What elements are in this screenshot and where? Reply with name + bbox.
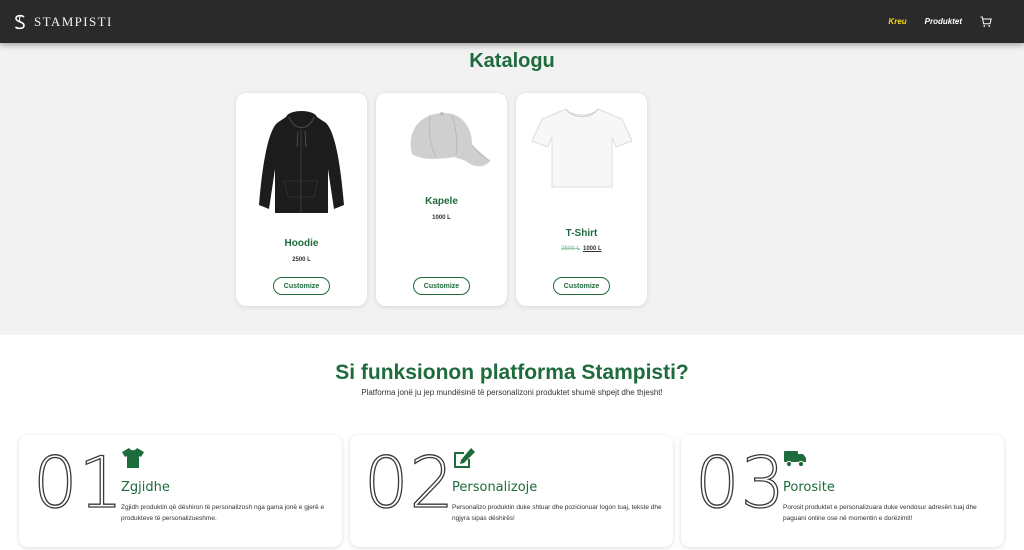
shirt-icon <box>122 448 144 468</box>
product-card-kapele[interactable]: Kapele 1000 L Customize <box>376 93 507 306</box>
product-price: 1000 L <box>583 246 602 252</box>
tshirt-icon <box>530 108 633 188</box>
brand-logo-link[interactable]: STAMPISTI <box>13 14 113 30</box>
step-card-porosite: 03 Porosite Porosit produktet e personal… <box>681 435 1004 547</box>
cart-icon[interactable] <box>980 16 992 28</box>
step-number: 03 <box>694 442 787 524</box>
step-description: Porosit produktet e personalizuara duke … <box>783 504 977 522</box>
hoodie-icon <box>259 111 344 213</box>
catalog-section: Katalogu Hoodie 2500 L Customize Kapele … <box>0 43 1024 335</box>
product-card-tshirt[interactable]: T-Shirt 2500 L 1000 L Customize <box>516 93 647 306</box>
customize-button[interactable]: Customize <box>273 277 330 295</box>
product-price: 2500 L <box>292 257 311 263</box>
customize-button[interactable]: Customize <box>553 277 610 295</box>
product-card-hoodie[interactable]: Hoodie 2500 L Customize <box>236 93 367 306</box>
truck-icon <box>784 451 806 468</box>
step-description: Personalizo produktin duke shtuar dhe po… <box>452 504 662 522</box>
nav-links: Kreu Produktet <box>888 0 992 43</box>
customize-button[interactable]: Customize <box>413 277 470 295</box>
nav-link-kreu[interactable]: Kreu <box>888 17 906 26</box>
tshirt-image <box>516 107 647 189</box>
step-card-zgjidhe: 01 Zgjidhe Zgjidh produktin që dëshiron … <box>19 435 342 547</box>
product-name: T-Shirt <box>565 228 598 239</box>
brand-name: STAMPISTI <box>34 13 113 29</box>
product-name: Kapele <box>425 196 458 207</box>
how-it-works-title: Si funksionon platforma Stampisti? <box>335 361 689 384</box>
step-number: 02 <box>363 442 456 524</box>
step-title: Personalizoje <box>452 480 538 495</box>
step-card-personalizoje: 02 Personalizoje Personalizo produktin d… <box>350 435 673 547</box>
nav-link-produktet[interactable]: Produktet <box>925 17 962 26</box>
cap-icon <box>410 112 490 167</box>
product-price-group: 2500 L 1000 L <box>516 246 647 252</box>
step-title: Zgjidhe <box>121 480 170 495</box>
step-description: Zgjidh produktin që dëshiron të personal… <box>121 504 325 522</box>
how-it-works-subtitle: Platforma jonë ju jep mundësinë të perso… <box>361 388 663 397</box>
old-price: 2500 L <box>561 246 580 252</box>
product-name: Hoodie <box>284 238 319 249</box>
product-price: 1000 L <box>432 215 451 221</box>
catalog-title: Katalogu <box>469 50 555 72</box>
navbar: STAMPISTI Kreu Produktet <box>0 0 1024 43</box>
s-logo-icon <box>14 14 25 29</box>
step-title: Porosite <box>783 480 835 495</box>
step-number: 01 <box>32 442 125 524</box>
edit-icon <box>454 448 475 468</box>
hoodie-image <box>236 109 367 217</box>
cap-image <box>376 109 507 177</box>
